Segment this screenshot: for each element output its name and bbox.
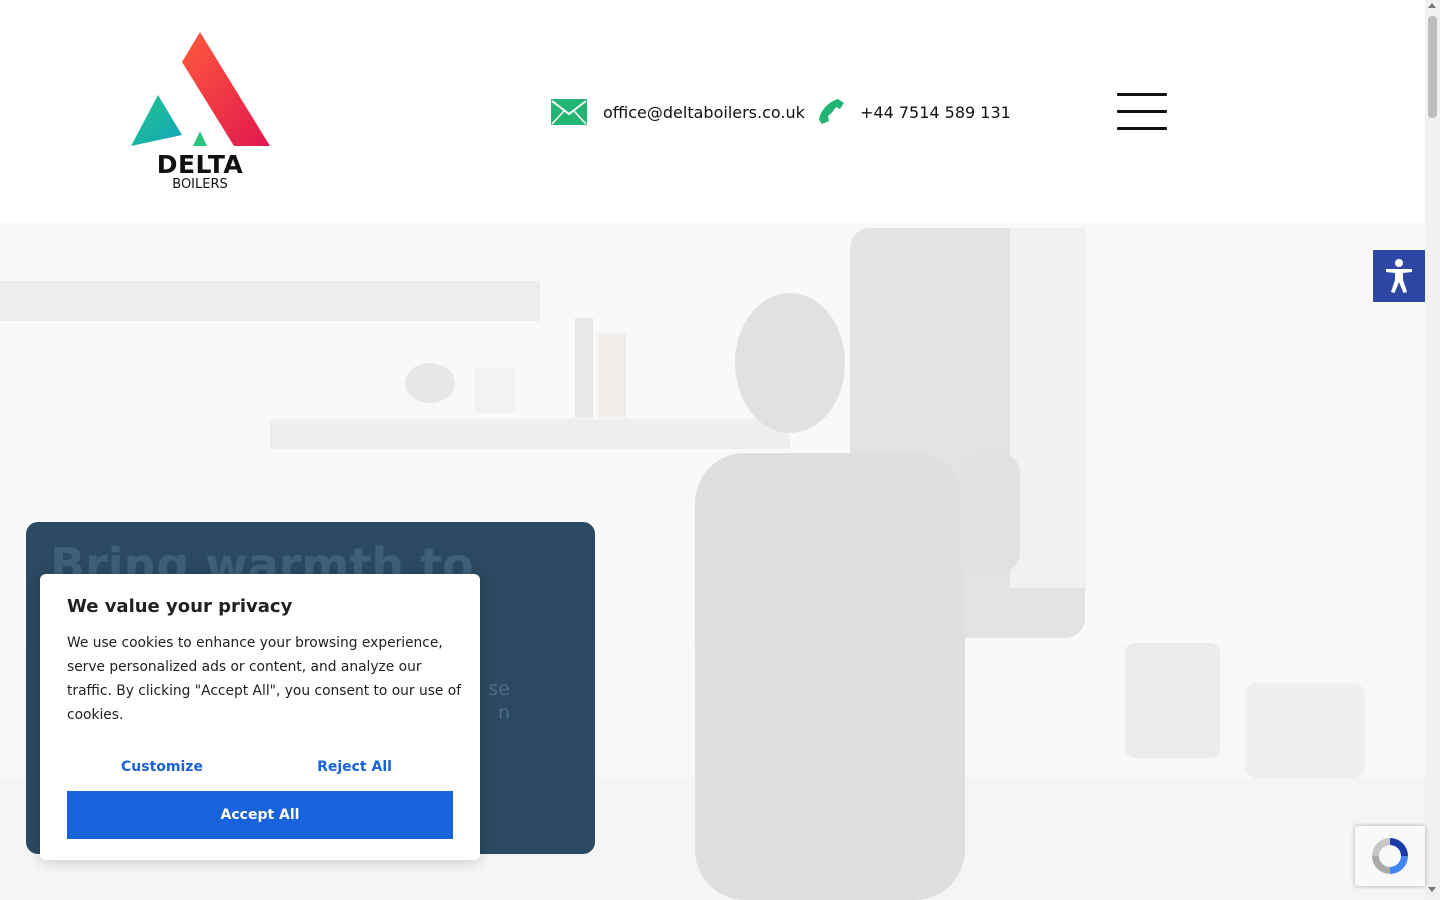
page-scrollbar[interactable] — [1425, 0, 1440, 900]
header-phone-link[interactable]: +44 7514 589 131 — [812, 96, 1011, 128]
accept-all-button[interactable]: Accept All — [67, 791, 453, 839]
menu-bar — [1117, 127, 1167, 130]
scroll-down-arrow-icon[interactable] — [1428, 887, 1436, 892]
page: DELTA BOILERS office@deltaboilers.co.uk … — [0, 0, 1440, 900]
site-header: DELTA BOILERS office@deltaboilers.co.uk … — [0, 0, 1425, 223]
recaptcha-icon — [1372, 838, 1408, 874]
recaptcha-badge[interactable] — [1355, 826, 1425, 886]
header-phone-text: +44 7514 589 131 — [860, 102, 1011, 122]
scrollbar-thumb[interactable] — [1428, 16, 1437, 118]
scroll-up-arrow-icon[interactable] — [1428, 3, 1436, 8]
hamburger-menu-icon[interactable] — [1117, 93, 1167, 130]
menu-bar — [1117, 93, 1167, 96]
cookie-description: We use cookies to enhance your browsing … — [67, 635, 462, 723]
accessibility-icon — [1386, 259, 1412, 293]
logo-tagline: BOILERS — [172, 177, 228, 192]
accessibility-button[interactable] — [1373, 250, 1425, 302]
menu-bar — [1117, 110, 1167, 113]
cookie-consent-dialog: We value your privacy We use cookies to … — [40, 574, 480, 860]
phone-icon — [812, 98, 850, 126]
cookie-title: We value your privacy — [67, 596, 293, 617]
delta-boilers-logo[interactable]: DELTA BOILERS — [130, 32, 270, 192]
header-email-link[interactable]: office@deltaboilers.co.uk — [550, 96, 805, 128]
header-email-text: office@deltaboilers.co.uk — [603, 102, 805, 122]
logo-mark — [131, 32, 270, 146]
logo-wordmark: DELTA — [156, 150, 244, 179]
mail-icon — [550, 98, 588, 126]
customize-button[interactable]: Customize — [107, 755, 217, 779]
reject-all-button[interactable]: Reject All — [297, 755, 412, 779]
